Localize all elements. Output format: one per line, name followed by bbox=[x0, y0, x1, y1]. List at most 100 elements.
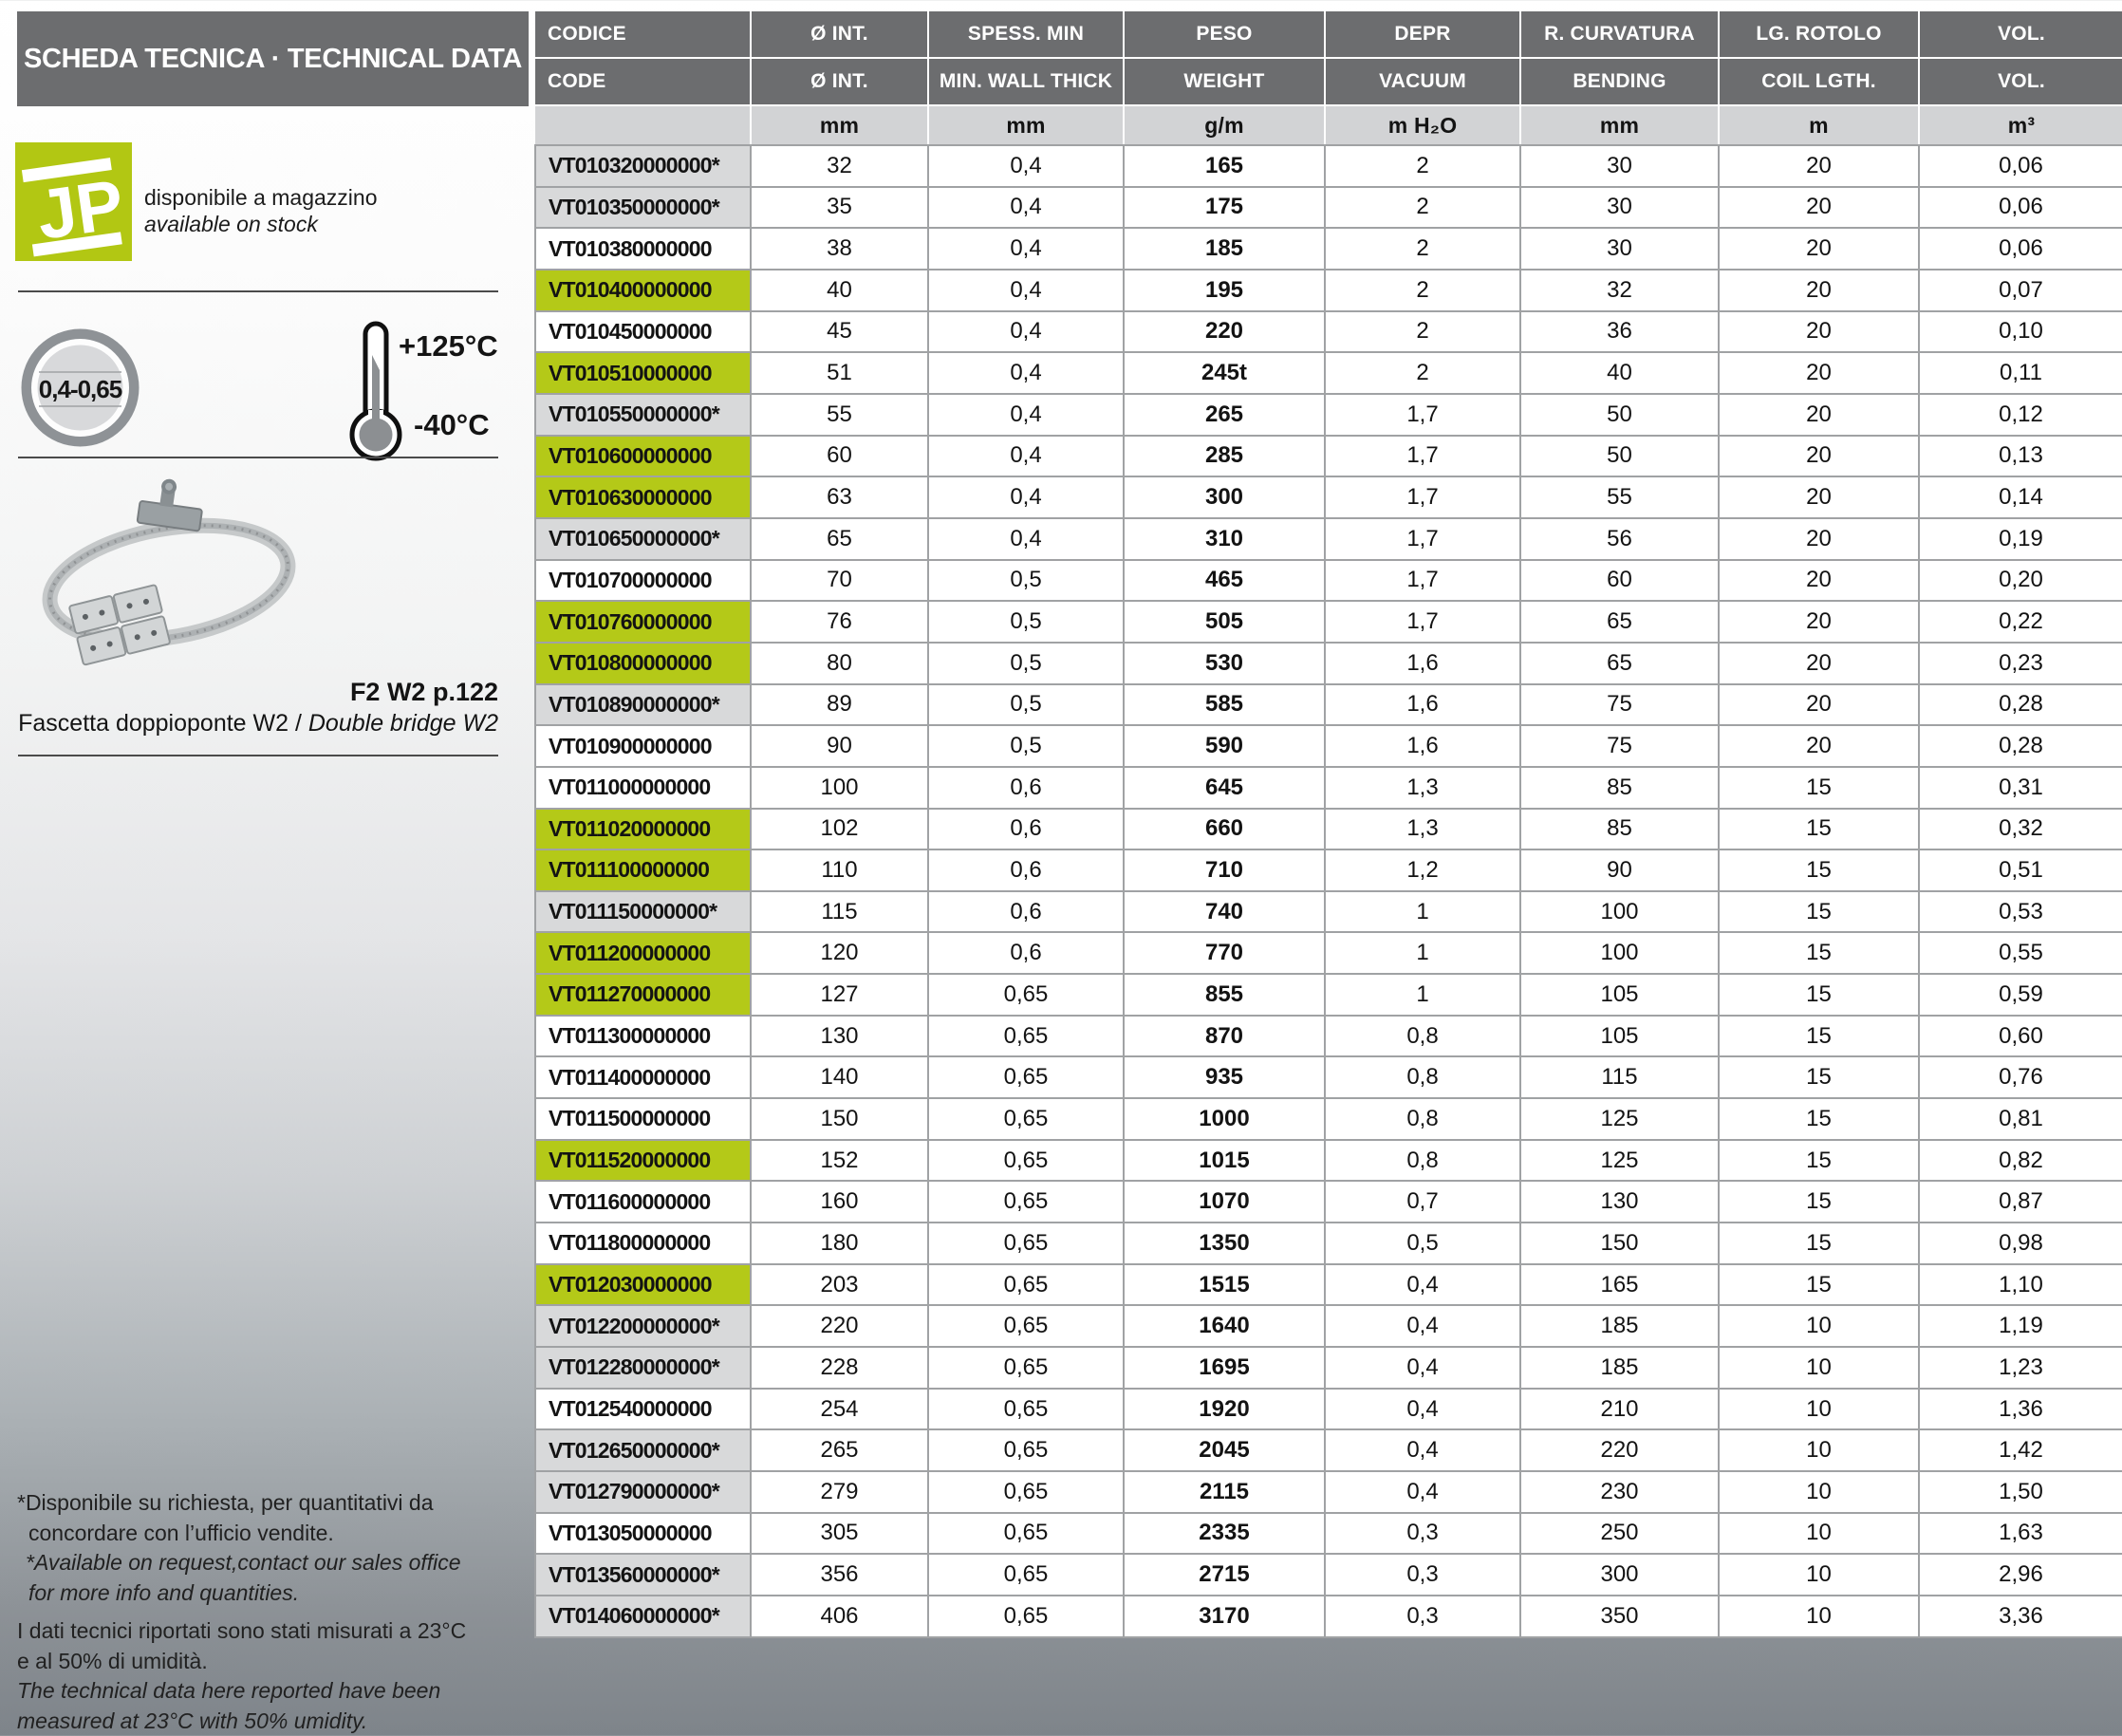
value-cell: 406 bbox=[751, 1596, 928, 1637]
value-cell: 2 bbox=[1325, 228, 1520, 270]
value-cell: 1015 bbox=[1124, 1140, 1325, 1182]
value-cell: 10 bbox=[1719, 1429, 1919, 1471]
footnote-line: e al 50% di umidità. bbox=[17, 1647, 466, 1677]
value-cell: 0,10 bbox=[1919, 311, 2122, 353]
value-cell: 30 bbox=[1520, 228, 1719, 270]
value-cell: 0,65 bbox=[928, 1016, 1124, 1057]
value-cell: 0,7 bbox=[1325, 1181, 1520, 1223]
value-cell: 0,22 bbox=[1919, 601, 2122, 643]
value-cell: 0,8 bbox=[1325, 1098, 1520, 1140]
clamp-image bbox=[27, 476, 311, 674]
value-cell: 3170 bbox=[1124, 1596, 1325, 1637]
svg-text:0,4-0,65: 0,4-0,65 bbox=[39, 375, 122, 403]
value-cell: 0,87 bbox=[1919, 1181, 2122, 1223]
value-cell: 0,4 bbox=[928, 518, 1124, 560]
value-cell: 150 bbox=[1520, 1223, 1719, 1264]
value-cell: 0,4 bbox=[1325, 1471, 1520, 1513]
value-cell: 120 bbox=[751, 932, 928, 974]
value-cell: 15 bbox=[1719, 932, 1919, 974]
value-cell: 130 bbox=[1520, 1181, 1719, 1223]
value-cell: 0,65 bbox=[928, 974, 1124, 1016]
col-header-unit: mm bbox=[751, 105, 928, 145]
value-cell: 0,65 bbox=[928, 1056, 1124, 1098]
code-cell: VT010890000000* bbox=[535, 684, 751, 726]
value-cell: 115 bbox=[751, 891, 928, 933]
col-header-unit: m bbox=[1719, 105, 1919, 145]
table-row: VT0116000000001600,6510700,7130150,87 bbox=[535, 1181, 2122, 1223]
value-cell: 35 bbox=[751, 187, 928, 229]
value-cell: 65 bbox=[1520, 601, 1719, 643]
value-cell: 10 bbox=[1719, 1471, 1919, 1513]
value-cell: 65 bbox=[1520, 643, 1719, 684]
table-row: VT0113000000001300,658700,8105150,60 bbox=[535, 1016, 2122, 1057]
value-cell: 89 bbox=[751, 684, 928, 726]
table-row: VT010320000000*320,4165230200,06 bbox=[535, 145, 2122, 187]
code-cell: VT012280000000* bbox=[535, 1347, 751, 1389]
value-cell: 20 bbox=[1719, 518, 1919, 560]
value-cell: 660 bbox=[1124, 809, 1325, 850]
value-cell: 75 bbox=[1520, 684, 1719, 726]
value-cell: 645 bbox=[1124, 767, 1325, 809]
value-cell: 115 bbox=[1520, 1056, 1719, 1098]
value-cell: 1920 bbox=[1124, 1389, 1325, 1430]
value-cell: 0,06 bbox=[1919, 228, 2122, 270]
code-cell: VT011000000000 bbox=[535, 767, 751, 809]
code-cell: VT011520000000 bbox=[535, 1140, 751, 1182]
col-header-it: LG. ROTOLO bbox=[1719, 11, 1919, 58]
value-cell: 265 bbox=[1124, 394, 1325, 436]
value-cell: 15 bbox=[1719, 1140, 1919, 1182]
value-cell: 100 bbox=[1520, 891, 1719, 933]
code-cell: VT011150000000* bbox=[535, 891, 751, 933]
value-cell: 175 bbox=[1124, 187, 1325, 229]
col-header-en: BENDING bbox=[1520, 58, 1719, 105]
footnote-availability: *Disponibile su richiesta, per quantitat… bbox=[17, 1488, 461, 1608]
value-cell: 10 bbox=[1719, 1554, 1919, 1596]
code-cell: VT011200000000 bbox=[535, 932, 751, 974]
value-cell: 356 bbox=[751, 1554, 928, 1596]
value-cell: 125 bbox=[1520, 1098, 1719, 1140]
value-cell: 76 bbox=[751, 601, 928, 643]
value-cell: 20 bbox=[1719, 187, 1919, 229]
value-cell: 0,65 bbox=[928, 1140, 1124, 1182]
page-title: SCHEDA TECNICA · TECHNICAL DATA bbox=[17, 11, 529, 106]
value-cell: 2,96 bbox=[1919, 1554, 2122, 1596]
value-cell: 1,3 bbox=[1325, 767, 1520, 809]
jp-brand-icon: JP bbox=[15, 142, 132, 261]
value-cell: 10 bbox=[1719, 1596, 1919, 1637]
col-header-it: Ø INT. bbox=[751, 11, 928, 58]
value-cell: 55 bbox=[751, 394, 928, 436]
table-row: VT010400000000400,4195232200,07 bbox=[535, 270, 2122, 311]
code-cell: VT012650000000* bbox=[535, 1429, 751, 1471]
header-row-en: CODEØ INT.MIN. WALL THICKWEIGHTVACUUMBEN… bbox=[535, 58, 2122, 105]
value-cell: 0,4 bbox=[1325, 1347, 1520, 1389]
value-cell: 0,51 bbox=[1919, 849, 2122, 891]
table-row: VT010510000000510,4245t240200,11 bbox=[535, 352, 2122, 394]
value-cell: 1000 bbox=[1124, 1098, 1325, 1140]
value-cell: 1,36 bbox=[1919, 1389, 2122, 1430]
value-cell: 185 bbox=[1124, 228, 1325, 270]
code-cell: VT014060000000* bbox=[535, 1596, 751, 1637]
value-cell: 0,23 bbox=[1919, 643, 2122, 684]
code-cell: VT010700000000 bbox=[535, 560, 751, 602]
value-cell: 15 bbox=[1719, 1098, 1919, 1140]
value-cell: 20 bbox=[1719, 311, 1919, 353]
divider bbox=[18, 290, 498, 292]
value-cell: 0,65 bbox=[928, 1513, 1124, 1555]
value-cell: 0,53 bbox=[1919, 891, 2122, 933]
value-cell: 250 bbox=[1520, 1513, 1719, 1555]
code-cell: VT013560000000* bbox=[535, 1554, 751, 1596]
value-cell: 0,06 bbox=[1919, 145, 2122, 187]
value-cell: 130 bbox=[751, 1016, 928, 1057]
col-header-it: VOL. bbox=[1919, 11, 2122, 58]
page-title-text: SCHEDA TECNICA · TECHNICAL DATA bbox=[24, 44, 522, 75]
col-header-en: VACUUM bbox=[1325, 58, 1520, 105]
value-cell: 285 bbox=[1124, 436, 1325, 477]
value-cell: 0,4 bbox=[1325, 1429, 1520, 1471]
value-cell: 0,3 bbox=[1325, 1513, 1520, 1555]
col-header-unit: m³ bbox=[1919, 105, 2122, 145]
value-cell: 2 bbox=[1325, 270, 1520, 311]
value-cell: 1070 bbox=[1124, 1181, 1325, 1223]
value-cell: 1,42 bbox=[1919, 1429, 2122, 1471]
footnote-line: measured at 23°C with 50% umidity. bbox=[17, 1707, 466, 1736]
table-row: VT010630000000630,43001,755200,14 bbox=[535, 476, 2122, 518]
